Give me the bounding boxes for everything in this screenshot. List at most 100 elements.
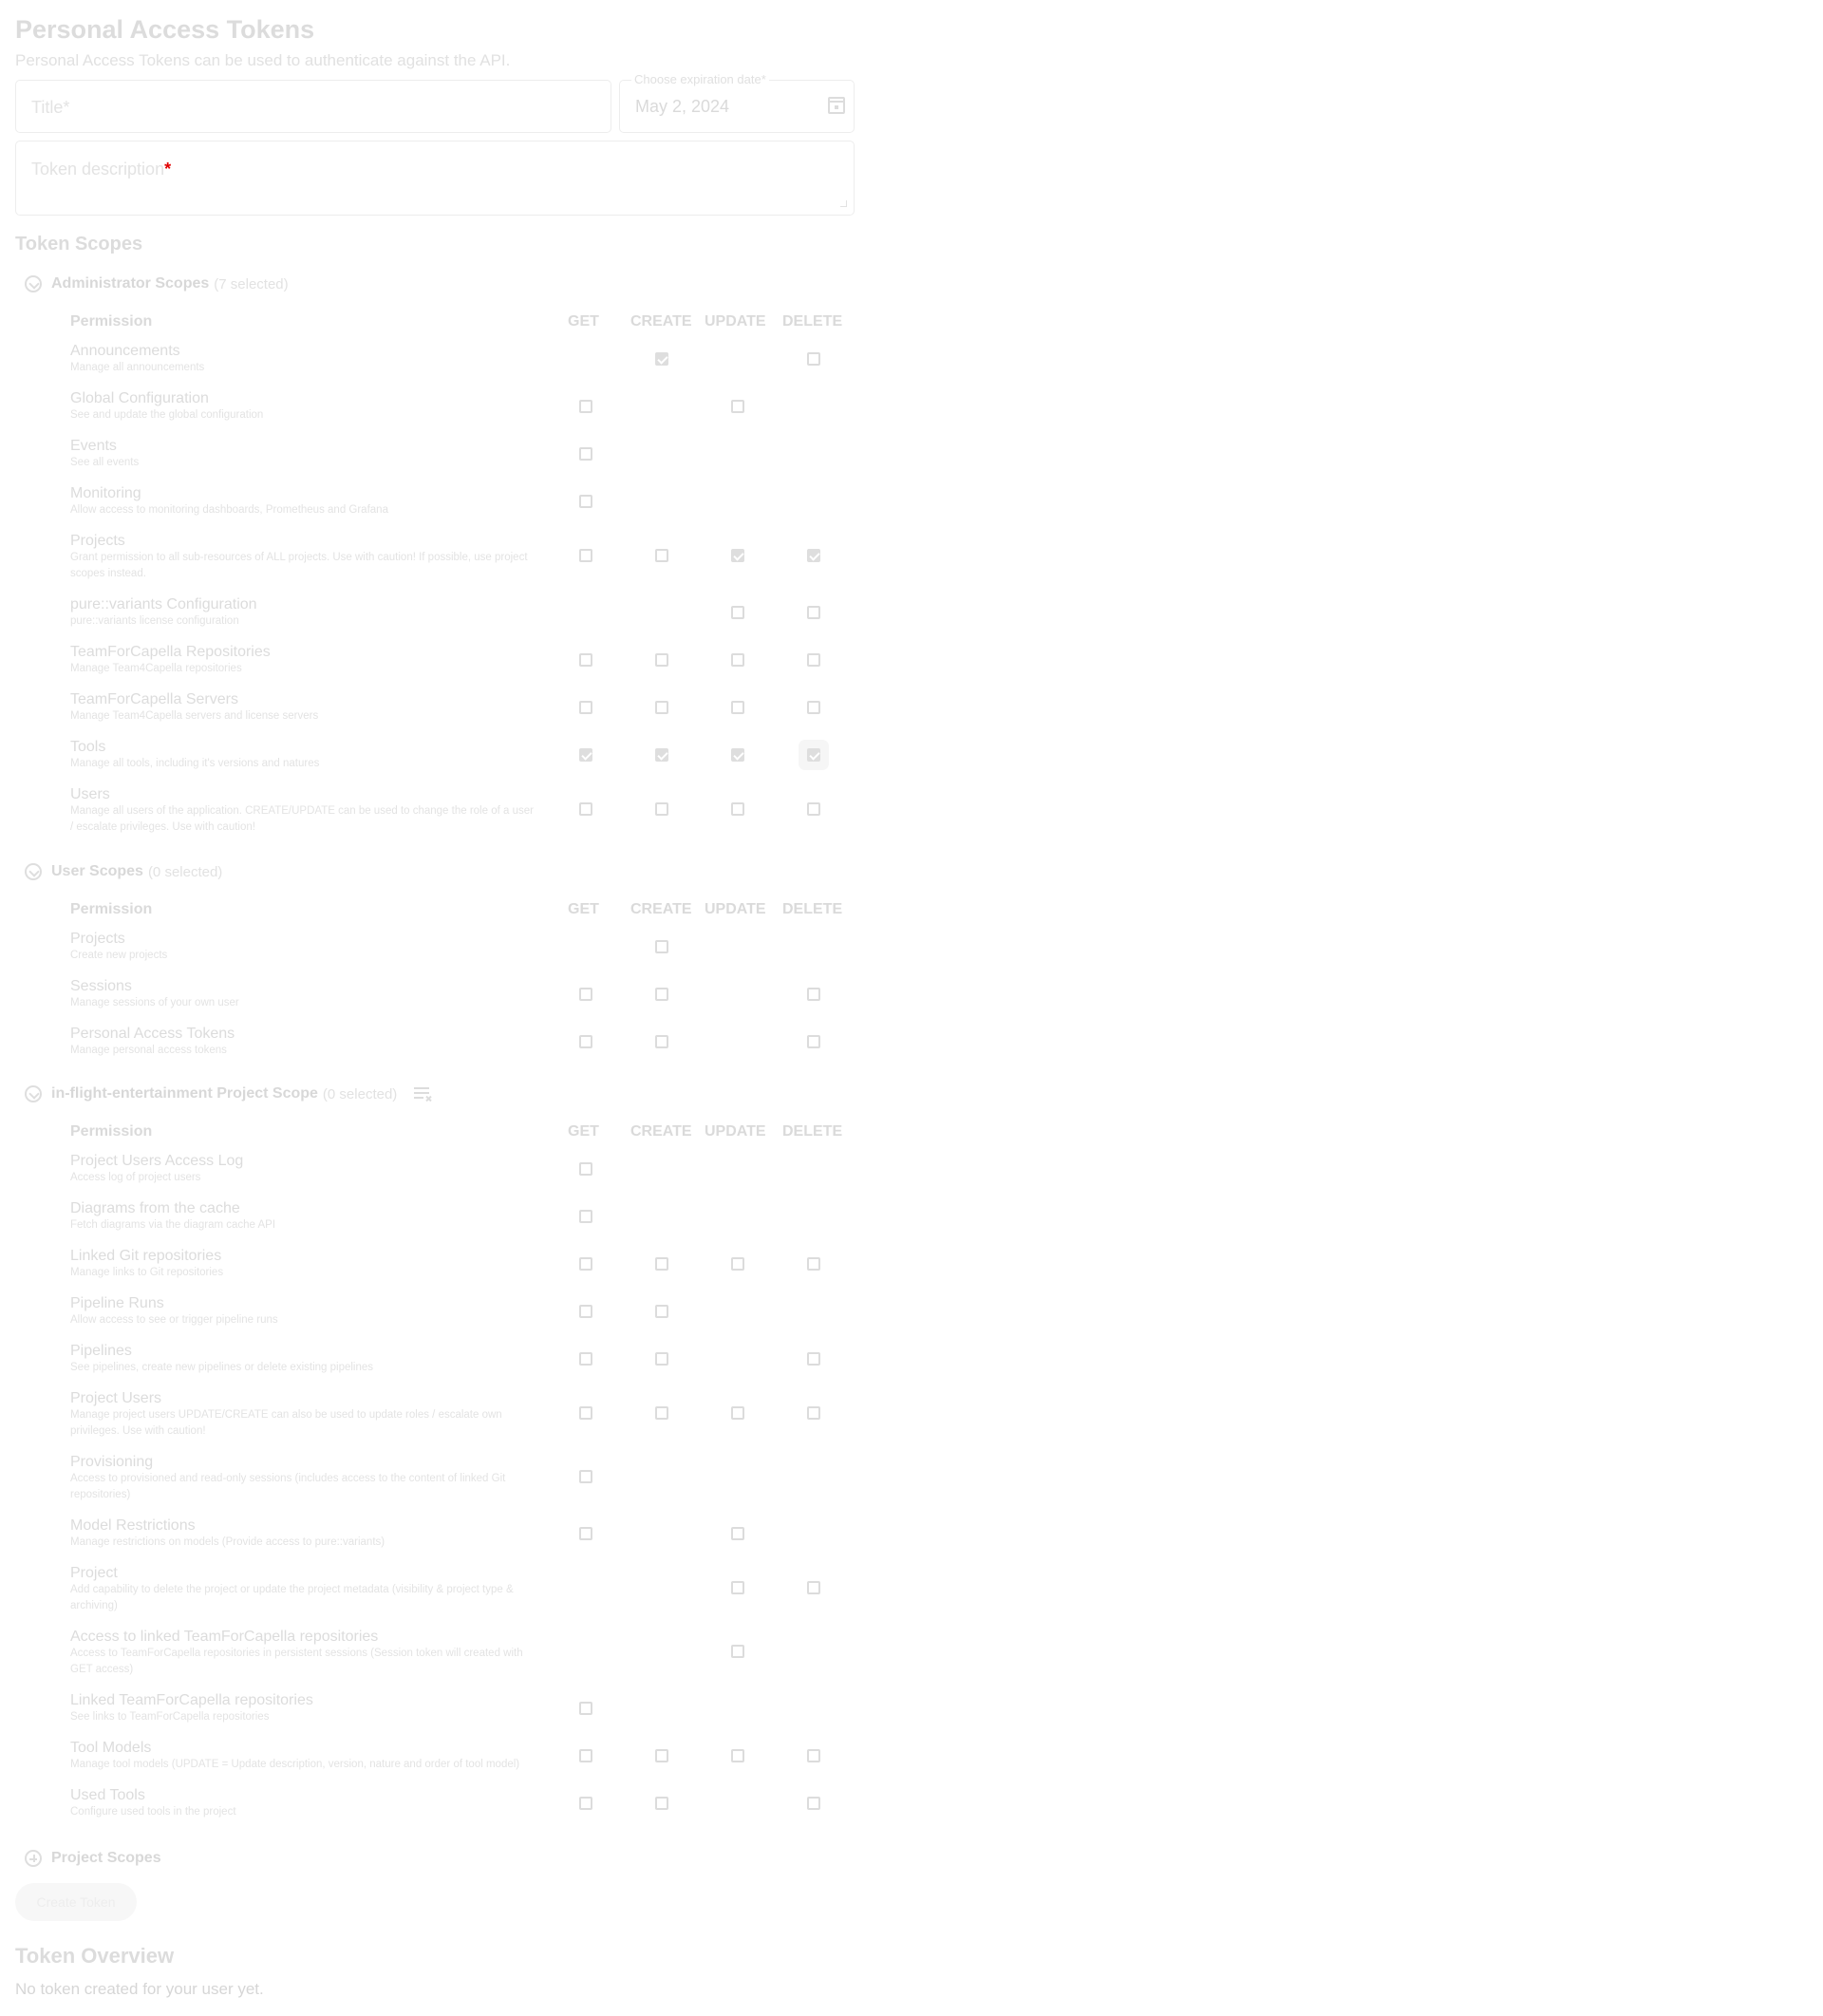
checkbox-delete[interactable] xyxy=(807,1581,820,1594)
permission-row: Model Restrictions Manage restrictions on… xyxy=(70,1517,849,1565)
checkbox-create[interactable] xyxy=(655,940,668,953)
permission-name: Projects xyxy=(70,533,125,549)
checkbox-update[interactable] xyxy=(731,549,744,562)
checkbox-update[interactable] xyxy=(731,1257,744,1271)
checkbox-create[interactable] xyxy=(655,1406,668,1420)
checkbox-delete[interactable] xyxy=(807,701,820,714)
permission-row: Project Users Access Log Access log of pr… xyxy=(70,1153,849,1200)
checkbox-create[interactable] xyxy=(655,988,668,1001)
checkbox-get[interactable] xyxy=(579,447,592,461)
checkbox-update[interactable] xyxy=(731,400,744,413)
checkbox-update[interactable] xyxy=(731,1645,744,1658)
checkbox-get[interactable] xyxy=(579,495,592,508)
checkbox-get[interactable] xyxy=(579,802,592,816)
permission-name: Users xyxy=(70,786,110,802)
checkbox-update[interactable] xyxy=(731,653,744,667)
checkbox-get[interactable] xyxy=(579,653,592,667)
resize-handle[interactable] xyxy=(840,200,847,207)
checkbox-delete[interactable] xyxy=(807,1035,820,1048)
checkbox-get[interactable] xyxy=(579,1257,592,1271)
checkbox-update[interactable] xyxy=(731,802,744,816)
checkbox-update[interactable] xyxy=(731,606,744,619)
checkbox-create[interactable] xyxy=(655,802,668,816)
checkbox-delete[interactable] xyxy=(807,1352,820,1366)
scope-group-name: User Scopes xyxy=(51,863,143,879)
checkbox-get[interactable] xyxy=(579,1352,592,1366)
checkbox-create[interactable] xyxy=(655,1035,668,1048)
scope-group-name: Administrator Scopes xyxy=(51,275,210,292)
checkbox-update[interactable] xyxy=(731,1581,744,1594)
checkbox-get[interactable] xyxy=(579,1702,592,1715)
scope-group-header[interactable]: Project Scopes xyxy=(25,1847,161,1870)
chevron-down-circle-icon[interactable] xyxy=(25,275,42,292)
checkbox-get[interactable] xyxy=(579,1470,592,1483)
checkbox-get[interactable] xyxy=(579,1797,592,1810)
checkbox-delete[interactable] xyxy=(807,1797,820,1810)
permission-description: See pipelines, create new pipelines or d… xyxy=(70,1362,374,1373)
checkbox-create[interactable] xyxy=(655,1305,668,1318)
checkbox-create[interactable] xyxy=(655,748,668,762)
permission-row: Events See all events xyxy=(70,438,849,485)
permission-name: Diagrams from the cache xyxy=(70,1200,240,1216)
checkbox-create[interactable] xyxy=(655,1352,668,1366)
checkbox-create[interactable] xyxy=(655,352,668,366)
checkbox-update[interactable] xyxy=(731,748,744,762)
checkbox-get[interactable] xyxy=(579,1162,592,1176)
scope-group-header[interactable]: Administrator Scopes (7 selected) xyxy=(25,273,289,295)
permission-table-header: Permission GET CREATE UPDATE DELETE xyxy=(70,1123,849,1144)
checkbox-get[interactable] xyxy=(579,1749,592,1762)
chevron-down-circle-icon[interactable] xyxy=(25,1085,42,1102)
checkbox-get[interactable] xyxy=(579,549,592,562)
scope-group-header[interactable]: User Scopes (0 selected) xyxy=(25,860,222,883)
checkbox-get[interactable] xyxy=(579,1527,592,1540)
checkbox-delete[interactable] xyxy=(807,352,820,366)
clear-all-icon[interactable] xyxy=(414,1085,433,1102)
checkbox-delete[interactable] xyxy=(807,549,820,562)
expiration-date-field[interactable]: Choose expiration date* May 2, 2024 xyxy=(619,72,855,133)
token-description-field[interactable]: Token description* xyxy=(15,141,855,216)
checkbox-delete[interactable] xyxy=(807,748,820,762)
checkbox-update[interactable] xyxy=(731,1749,744,1762)
checkbox-get[interactable] xyxy=(579,1210,592,1223)
checkbox-get[interactable] xyxy=(579,748,592,762)
column-header-create: CREATE xyxy=(630,901,692,917)
checkbox-update[interactable] xyxy=(731,1406,744,1420)
checkbox-delete[interactable] xyxy=(807,606,820,619)
checkbox-delete[interactable] xyxy=(807,1406,820,1420)
checkbox-delete[interactable] xyxy=(807,802,820,816)
checkbox-create[interactable] xyxy=(655,1749,668,1762)
chevron-down-circle-icon[interactable] xyxy=(25,863,42,880)
scope-group-header[interactable]: in-flight-entertainment Project Scope (0 … xyxy=(25,1083,433,1105)
checkbox-create[interactable] xyxy=(655,549,668,562)
checkbox-get[interactable] xyxy=(579,988,592,1001)
permission-row: Pipelines See pipelines, create new pipel… xyxy=(70,1343,849,1390)
permission-description: Grant permission to all sub-resources of… xyxy=(70,552,528,579)
checkbox-delete[interactable] xyxy=(807,1257,820,1271)
checkbox-delete[interactable] xyxy=(807,653,820,667)
permission-table-header: Permission GET CREATE UPDATE DELETE xyxy=(70,313,849,334)
checkbox-get[interactable] xyxy=(579,701,592,714)
checkbox-update[interactable] xyxy=(731,701,744,714)
permission-row: Projects Create new projects xyxy=(70,931,849,978)
checkbox-delete[interactable] xyxy=(807,988,820,1001)
checkbox-create[interactable] xyxy=(655,1257,668,1271)
plus-circle-icon[interactable] xyxy=(25,1850,42,1867)
permission-description: Allow access to see or trigger pipeline … xyxy=(70,1314,278,1326)
permission-row: Global Configuration See and update the g… xyxy=(70,390,849,438)
calendar-icon[interactable] xyxy=(828,97,845,114)
checkbox-get[interactable] xyxy=(579,1305,592,1318)
checkbox-create[interactable] xyxy=(655,701,668,714)
permission-description: Access to provisioned and read-only sess… xyxy=(70,1473,506,1500)
title-input[interactable]: Title* xyxy=(15,80,611,133)
checkbox-get[interactable] xyxy=(579,1035,592,1048)
checkbox-update[interactable] xyxy=(731,1527,744,1540)
expiration-date-value: May 2, 2024 xyxy=(635,97,730,116)
scope-group-count: (0 selected) xyxy=(147,863,223,880)
checkbox-delete[interactable] xyxy=(807,1749,820,1762)
permission-row: Announcements Manage all announcements xyxy=(70,343,849,390)
checkbox-create[interactable] xyxy=(655,653,668,667)
create-token-button[interactable]: Create Token xyxy=(15,1883,137,1921)
checkbox-get[interactable] xyxy=(579,1406,592,1420)
checkbox-create[interactable] xyxy=(655,1797,668,1810)
checkbox-get[interactable] xyxy=(579,400,592,413)
